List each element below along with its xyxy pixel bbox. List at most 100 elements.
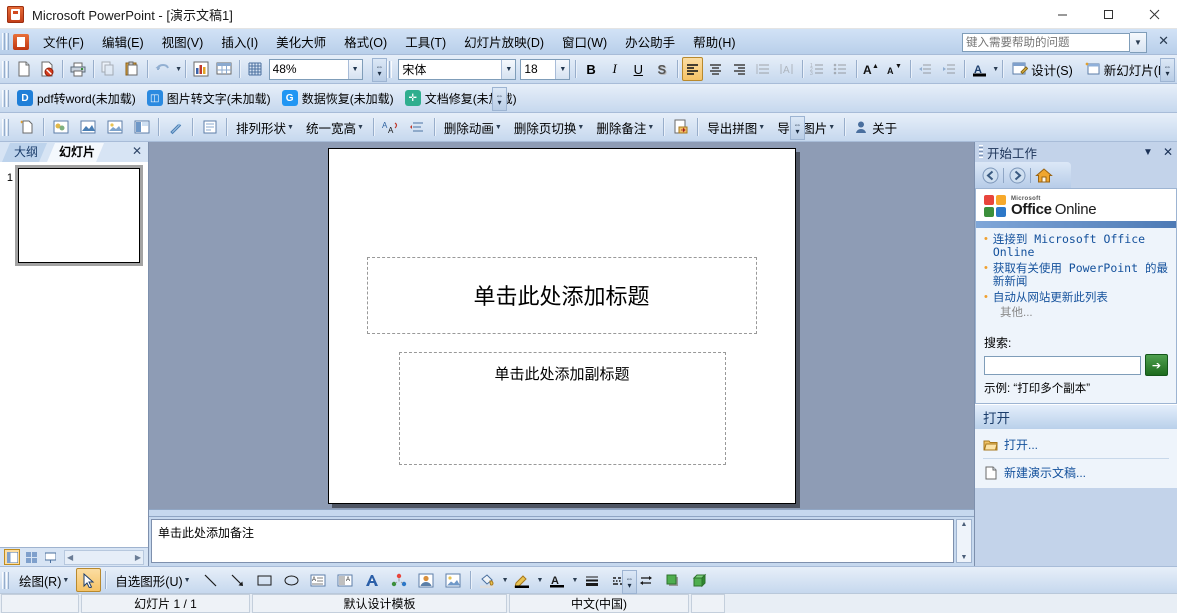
scroll-down-icon[interactable]: ▼	[961, 554, 968, 561]
standard-toolbar-overflow-icon[interactable]: ⇔▾	[372, 58, 387, 82]
line-style-icon[interactable]	[579, 568, 604, 592]
fill-color-dropdown-icon[interactable]: ▼	[502, 577, 509, 584]
align-center-icon[interactable]	[705, 57, 727, 81]
text-layout-icon[interactable]	[197, 115, 222, 139]
select-objects-icon[interactable]	[76, 568, 101, 592]
fontsize-combo[interactable]: ▼	[520, 59, 570, 80]
meihua-toolbar-grip[interactable]	[2, 119, 10, 136]
link-more[interactable]: 其他...	[984, 307, 1168, 320]
data-recovery-button[interactable]: G 数据恢复(未加载)	[278, 87, 401, 110]
paste-icon[interactable]	[121, 57, 143, 81]
left-pane-horizontal-scrollbar[interactable]: ◀ ▶	[64, 550, 144, 565]
arrow-icon[interactable]	[225, 568, 250, 592]
underline-button[interactable]: U	[627, 57, 649, 81]
replace-font-icon[interactable]: AA	[378, 115, 403, 139]
text-direction-icon[interactable]: A	[776, 57, 798, 81]
link-auto-update-list[interactable]: • 自动从网站更新此列表	[984, 291, 1168, 304]
clip-art-icon[interactable]	[414, 568, 439, 592]
increase-font-size-icon[interactable]: A▲	[861, 57, 883, 81]
apply-layout-icon[interactable]	[48, 115, 73, 139]
close-button[interactable]	[1131, 0, 1177, 28]
diagram-icon[interactable]	[387, 568, 412, 592]
undo-icon[interactable]	[151, 57, 173, 81]
font-dropdown-icon[interactable]: ▼	[501, 60, 515, 79]
font-name-input[interactable]	[399, 61, 501, 78]
document-control-icon[interactable]	[13, 34, 29, 50]
notes-splitter[interactable]	[149, 509, 974, 517]
menu-item-view[interactable]: 视图(V)	[153, 29, 213, 54]
font-color-dropdown-icon[interactable]: ▼	[992, 66, 999, 73]
numbered-list-icon[interactable]: 123	[806, 57, 828, 81]
drawing-toolbar-grip[interactable]	[2, 572, 10, 589]
menu-item-format[interactable]: 格式(O)	[335, 29, 396, 54]
wordart-icon[interactable]	[360, 568, 385, 592]
menu-item-tools[interactable]: 工具(T)	[396, 29, 455, 54]
text-shadow-button[interactable]: S	[651, 57, 673, 81]
task-pane-close-icon[interactable]: ✕	[1163, 145, 1173, 159]
picture-icon[interactable]	[102, 115, 127, 139]
title-placeholder[interactable]: 单击此处添加标题	[367, 257, 757, 334]
uniform-size-button[interactable]: 统一宽高▼	[300, 115, 370, 140]
italic-button[interactable]: I	[604, 57, 626, 81]
task-pane-dropdown-icon[interactable]: ▼	[1143, 147, 1153, 158]
link-powerpoint-news[interactable]: • 获取有关使用 PowerPoint 的最新新闻	[984, 262, 1168, 288]
menu-item-meihua[interactable]: 美化大师	[267, 29, 335, 54]
align-left-icon[interactable]	[682, 57, 704, 81]
link-connect-office-online[interactable]: • 连接到 Microsoft Office Online	[984, 233, 1168, 259]
help-search-dropdown-icon[interactable]: ▼	[1130, 32, 1147, 53]
fontsize-dropdown-icon[interactable]: ▼	[555, 60, 569, 79]
menu-item-insert[interactable]: 插入(I)	[212, 29, 267, 54]
formatting-toolbar-grip[interactable]	[387, 61, 394, 78]
insert-chart-icon[interactable]	[190, 57, 212, 81]
shadow-style-icon[interactable]	[660, 568, 685, 592]
line-icon[interactable]	[198, 568, 223, 592]
menu-item-slideshow[interactable]: 幻灯片放映(D)	[455, 29, 553, 54]
about-button[interactable]: 关于	[848, 115, 903, 140]
open-file-icon[interactable]	[36, 57, 58, 81]
drawing-toolbar-overflow-icon[interactable]: ⇔▾	[622, 570, 637, 594]
slide-layout-icon[interactable]	[129, 115, 154, 139]
grid-guides-icon[interactable]	[244, 57, 266, 81]
plugin-toolbar-overflow-icon[interactable]: ⇔▾	[492, 87, 507, 111]
menu-item-file[interactable]: 文件(F)	[34, 29, 93, 54]
task-pane-grip[interactable]	[979, 145, 983, 159]
font-size-input[interactable]	[521, 61, 555, 78]
align-text-icon[interactable]	[405, 115, 430, 139]
vertical-text-box-icon[interactable]: A	[333, 568, 358, 592]
text-box-icon[interactable]: A	[306, 568, 331, 592]
insert-image-layout-icon[interactable]	[75, 115, 100, 139]
slide-sorter-view-button[interactable]	[23, 549, 39, 565]
slide-thumbnail-1[interactable]	[18, 168, 140, 263]
export-image-button[interactable]: 导出图片▼	[771, 115, 841, 140]
font-color-draw-icon[interactable]: A	[544, 568, 569, 592]
menubar-close-icon[interactable]: ✕	[1158, 33, 1169, 49]
zoom-dropdown-icon[interactable]: ▼	[348, 60, 362, 79]
help-search-input[interactable]	[962, 33, 1130, 52]
new-presentation-item[interactable]: 新建演示文稿...	[975, 460, 1177, 485]
font-color-draw-dropdown-icon[interactable]: ▼	[571, 577, 578, 584]
image-to-text-button[interactable]: ◫ 图片转文字(未加载)	[143, 87, 278, 110]
task-pane-search-input[interactable]	[984, 356, 1141, 375]
delete-animation-button[interactable]: 删除动画▼	[438, 115, 508, 140]
export-collage-button[interactable]: 导出拼图▼	[701, 115, 771, 140]
search-go-button[interactable]: ➔	[1145, 354, 1168, 376]
pdf-to-word-button[interactable]: D pdf转word(未加载)	[13, 87, 143, 110]
menu-item-help[interactable]: 帮助(H)	[684, 29, 744, 54]
slide-thumbnail-list[interactable]: 1	[0, 162, 148, 547]
design-button[interactable]: 设计(S)	[1006, 57, 1079, 82]
notes-vertical-scrollbar[interactable]: ▲ ▼	[956, 519, 972, 563]
arrange-shapes-button[interactable]: 排列形状▼	[230, 115, 300, 140]
delete-notes-button[interactable]: 删除备注▼	[590, 115, 660, 140]
back-icon[interactable]	[979, 165, 1001, 185]
oval-icon[interactable]	[279, 568, 304, 592]
line-spacing-icon[interactable]	[752, 57, 774, 81]
menu-item-window[interactable]: 窗口(W)	[553, 29, 616, 54]
copy-icon[interactable]	[97, 57, 119, 81]
3d-style-icon[interactable]	[687, 568, 712, 592]
notes-input[interactable]: 单击此处添加备注	[151, 519, 954, 563]
decrease-font-size-icon[interactable]: A▼	[884, 57, 906, 81]
current-slide[interactable]: 单击此处添加标题 单击此处添加副标题	[328, 148, 796, 504]
normal-view-button[interactable]	[4, 549, 20, 565]
slide-canvas[interactable]: 单击此处添加标题 单击此处添加副标题	[149, 142, 974, 509]
scroll-up-icon[interactable]: ▲	[961, 521, 968, 528]
